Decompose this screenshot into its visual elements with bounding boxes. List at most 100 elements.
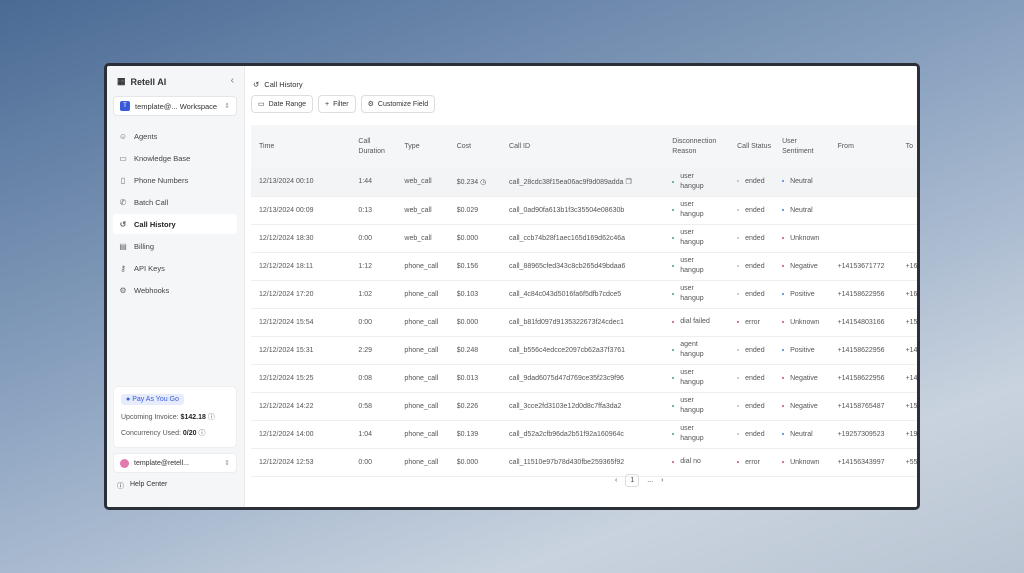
next-page-button[interactable]: ›	[661, 477, 663, 484]
cell-text: $0.248	[456, 346, 479, 354]
cell-text: 0:13	[358, 206, 373, 214]
reason-text: agent hangup	[680, 341, 704, 358]
info-icon[interactable]: ⓘ	[198, 430, 205, 437]
user-sentiment-cell: Unknown	[774, 224, 830, 253]
cell-text: $0.139	[456, 430, 479, 438]
reason-text: user hangup	[680, 229, 704, 246]
sentiment-dot	[782, 432, 785, 435]
table-row[interactable]: 12/12/2024 12:53 0:00 phone_call $0.000 call…	[251, 448, 918, 477]
sidebar-item-knowledge-base[interactable]: ▭ Knowledge Base	[113, 148, 237, 168]
user-sentiment-cell: Positive	[774, 336, 830, 365]
column-header[interactable]: Disconnection Reason	[664, 125, 729, 168]
column-header[interactable]: Time	[251, 125, 350, 168]
workspace-selector[interactable]: Ttemplate@... Workspace ⇕	[113, 96, 237, 116]
webhook-icon: ⚙	[119, 285, 127, 295]
call-status-cell: ended	[729, 280, 775, 309]
status-text: ended	[745, 178, 765, 186]
cell-text: phone_call	[404, 458, 439, 466]
logo-icon: ▦	[117, 76, 126, 86]
table-row[interactable]: 12/12/2024 14:00 1:04 phone_call $0.139 call…	[251, 420, 917, 449]
sidebar-item-webhooks[interactable]: ⚙ Webhooks	[113, 280, 237, 300]
status-dot	[672, 180, 675, 183]
sentiment-text: Negative	[790, 402, 818, 410]
date-range-button[interactable]: ▭ Date Range	[251, 95, 313, 113]
cost-cell: $0.000	[448, 224, 502, 253]
type-cell: phone_call	[396, 420, 449, 449]
sidebar-item-call-history[interactable]: ↺ Call History	[113, 214, 237, 234]
to-cell: +1626298581	[897, 252, 917, 281]
sentiment-dot	[782, 292, 785, 295]
sidebar-item-agents[interactable]: ☺ Agents	[113, 126, 237, 146]
type-cell: web_call	[396, 224, 449, 253]
table-row[interactable]: 12/12/2024 15:25 0:08 phone_call $0.013 call…	[251, 364, 917, 393]
collapse-sidebar-button[interactable]: ‹	[231, 75, 234, 86]
disconnection-reason-cell: user hangup	[664, 224, 730, 253]
help-center-link[interactable]: ⓘ Help Center	[117, 481, 167, 491]
duration-cell: 1:12	[350, 252, 397, 281]
status-dot	[737, 320, 740, 323]
column-header[interactable]: Call ID	[501, 125, 664, 168]
table-row[interactable]: 12/13/2024 00:10 1:44 web_call $0.234 ◷ call…	[251, 168, 917, 197]
column-header[interactable]: To	[898, 125, 917, 168]
table-row[interactable]: 12/12/2024 17:20 1:02 phone_call $0.103 call…	[251, 280, 917, 309]
page-button-current[interactable]: 1	[625, 474, 640, 487]
call-id-cell: call_3cce2fd3103e12d0d8c7ffa3da2	[501, 392, 665, 421]
disconnection-reason-cell: user hangup	[664, 196, 730, 225]
cell-text: $0.000	[456, 234, 479, 242]
column-header[interactable]: Cost	[449, 125, 501, 168]
to-cell	[897, 196, 917, 225]
status-text: error	[745, 458, 760, 466]
from-cell: +14158622956	[829, 280, 898, 309]
table-row[interactable]: 12/12/2024 18:11 1:12 phone_call $0.156 call…	[251, 252, 917, 281]
duration-cell: 0:00	[350, 448, 397, 477]
status-dot	[737, 376, 740, 379]
customize-field-button[interactable]: ⚙ Customize Field	[360, 95, 436, 113]
filter-button[interactable]: + Filter	[317, 95, 356, 113]
cell-text: call_0ad90fa613b1f3c35504e08630b	[509, 206, 625, 214]
status-dot	[737, 432, 740, 435]
call-id-cell: call_28cdc38f15ea06ac9f9d089adda ❐	[501, 168, 665, 197]
user-sentiment-cell: Neutral	[774, 168, 830, 197]
sidebar-item-api-keys[interactable]: ⚷ API Keys	[113, 258, 237, 278]
from-cell: +14158622956	[829, 364, 898, 393]
cell-text: phone_call	[404, 262, 439, 270]
sidebar-item-billing[interactable]: ▤ Billing	[113, 236, 237, 256]
status-text: ended	[745, 290, 765, 298]
info-icon[interactable]: ⓘ	[208, 414, 215, 421]
column-header[interactable]: Type	[396, 125, 448, 168]
cell-text: +14153671772	[837, 262, 885, 270]
column-header[interactable]: User Sentiment	[774, 125, 829, 168]
sentiment-dot	[782, 404, 785, 407]
column-header[interactable]: From	[830, 125, 898, 168]
sidebar-item-phone-numbers[interactable]: ▯ Phone Numbers	[113, 170, 237, 190]
user-menu[interactable]: template@retell... ⇕	[113, 453, 237, 473]
sidebar-item-label: Billing	[134, 241, 155, 251]
status-dot	[737, 292, 740, 295]
sidebar-item-batch-call[interactable]: ✆ Batch Call	[113, 192, 237, 212]
sentiment-dot	[782, 236, 785, 239]
call-status-cell: error	[729, 448, 775, 477]
clock-icon[interactable]: ◷	[480, 179, 486, 186]
to-cell: +5541987079	[897, 448, 918, 477]
disconnection-reason-cell: user hangup	[664, 392, 730, 421]
help-label: Help Center	[130, 481, 168, 488]
call-status-cell: ended	[729, 252, 775, 281]
table-row[interactable]: 12/12/2024 15:31 2:29 phone_call $0.248 call…	[251, 336, 917, 365]
duration-cell: 0:00	[350, 308, 397, 337]
table-row[interactable]: 12/12/2024 14:22 0:58 phone_call $0.226 call…	[251, 392, 917, 421]
call-status-cell: ended	[729, 168, 775, 197]
table-row[interactable]: 12/12/2024 18:30 0:00 web_call $0.000 call_c…	[251, 224, 917, 253]
column-header[interactable]: Call Status	[729, 125, 774, 168]
sidebar-nav: ☺ Agents ▭ Knowledge Base ▯ Phone Numbers ✆ Bat…	[113, 126, 237, 302]
cell-text: +5541987079	[905, 458, 918, 466]
call-id-cell: call_11510e97b78d430fbe259365f92	[501, 448, 665, 477]
prev-page-button[interactable]: ‹	[615, 477, 617, 484]
cell-text: +1501908190	[905, 318, 918, 326]
table-row[interactable]: 12/13/2024 00:09 0:13 web_call $0.029 call_0…	[251, 196, 917, 225]
status-text: ended	[745, 262, 765, 270]
table-row[interactable]: 12/12/2024 15:54 0:00 phone_call $0.000 call…	[251, 308, 918, 337]
status-dot	[672, 349, 675, 351]
cell-text: $0.013	[456, 374, 479, 382]
column-header[interactable]: Call Duration	[350, 125, 396, 168]
copy-icon[interactable]: ❐	[625, 179, 631, 186]
